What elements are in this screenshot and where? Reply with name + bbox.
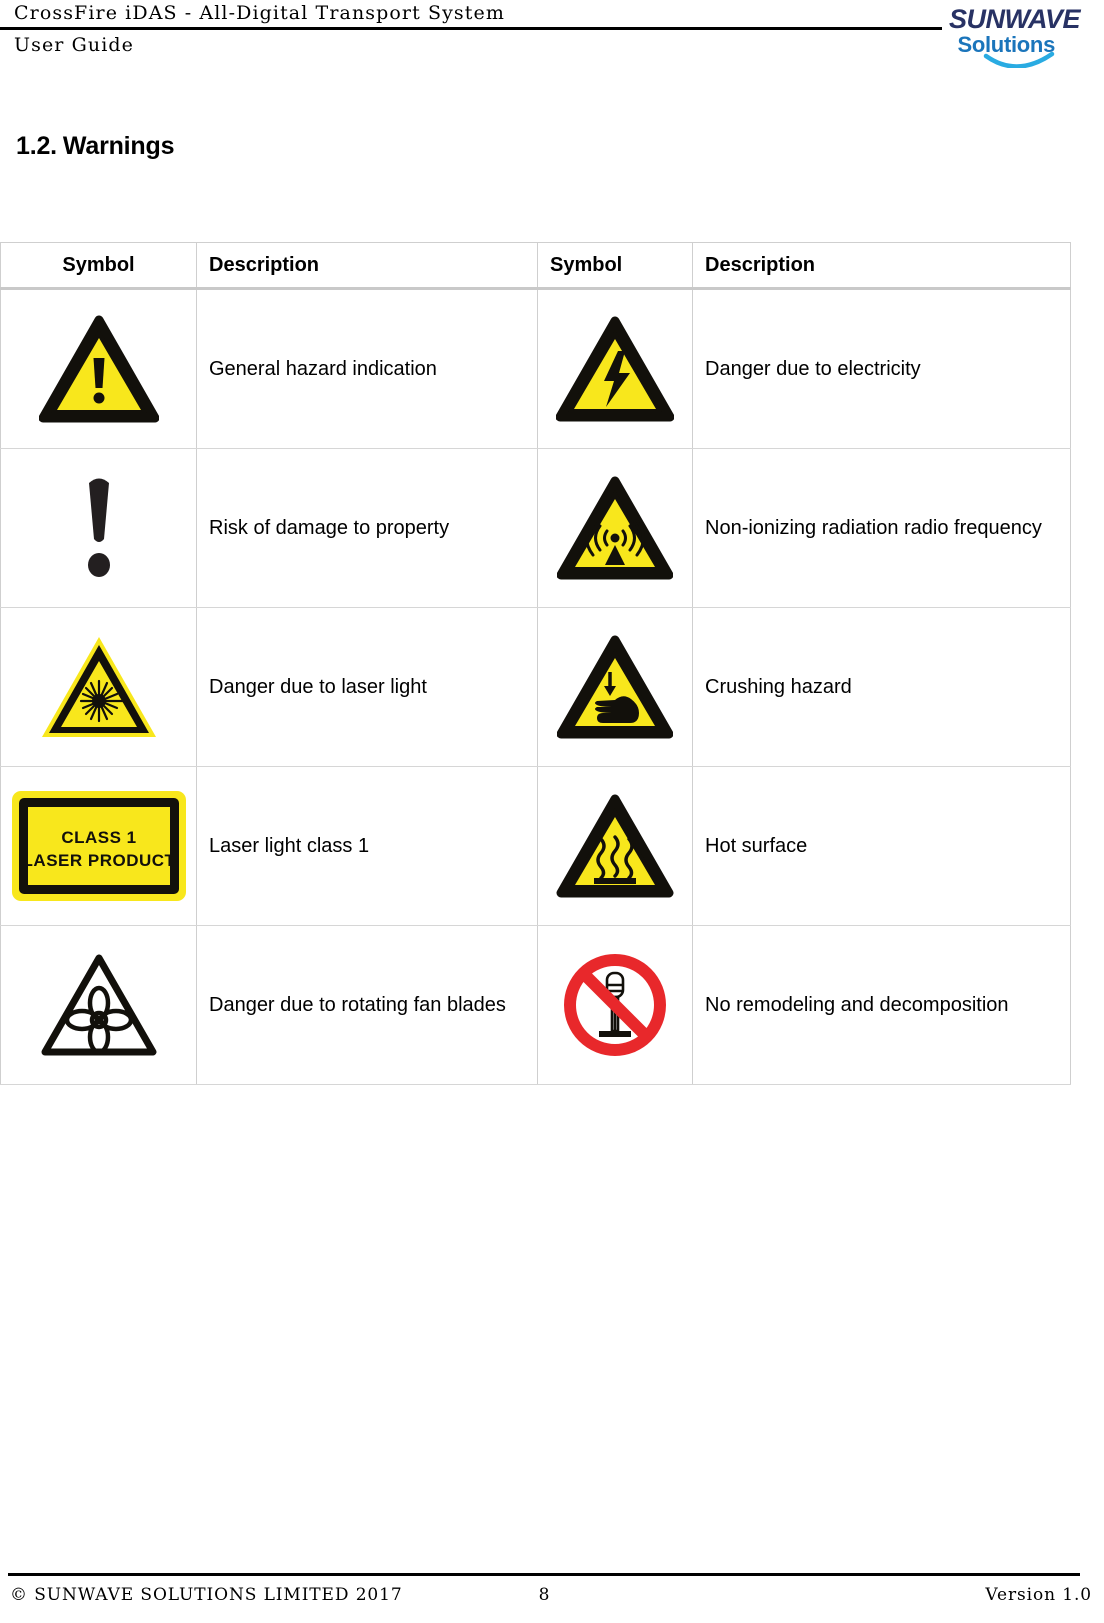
class-1-label-line-2: LASER PRODUCT xyxy=(22,851,175,870)
symbol-cell xyxy=(537,448,693,608)
symbol-cell xyxy=(537,607,693,767)
description-text: No remodeling and decomposition xyxy=(705,993,1009,1016)
symbol-cell xyxy=(537,766,693,926)
class-1-laser-product-label-icon: CLASS 1 LASER PRODUCT xyxy=(9,788,189,904)
symbol-cell: CLASS 1 LASER PRODUCT xyxy=(0,766,197,926)
symbol-cell xyxy=(0,607,197,767)
rotating-fan-blades-triangle-icon xyxy=(37,950,161,1060)
symbol-cell xyxy=(0,448,197,608)
table-row: General hazard indication Danger due to … xyxy=(0,288,1071,449)
table-row: Danger due to laser light Crushing hazar… xyxy=(0,607,1071,767)
laser-hazard-triangle-icon xyxy=(39,633,159,741)
header-title-line-2: User Guide xyxy=(14,34,135,56)
logo-primary-text: SUNWAVE xyxy=(949,4,1082,34)
description-cell: General hazard indication xyxy=(196,288,538,449)
description-cell: Danger due to rotating fan blades xyxy=(196,925,538,1085)
non-ionizing-radiation-triangle-icon xyxy=(556,475,674,581)
description-cell: Non-ionizing radiation radio frequency xyxy=(692,448,1071,608)
section-number: 1.2. xyxy=(16,132,57,160)
table-row: Danger due to rotating fan blades No rem… xyxy=(0,925,1071,1085)
exclamation-mark-icon xyxy=(68,473,130,583)
class-1-label-line-1: CLASS 1 xyxy=(61,828,136,847)
symbol-cell xyxy=(0,925,197,1085)
symbol-cell xyxy=(0,288,197,449)
description-text: Danger due to laser light xyxy=(209,675,427,698)
description-text: Danger due to rotating fan blades xyxy=(209,993,506,1016)
description-cell: No remodeling and decomposition xyxy=(692,925,1071,1085)
footer-version: Version 1.0 xyxy=(985,1585,1092,1605)
page-header: CrossFire iDAS - All-Digital Transport S… xyxy=(0,0,1104,90)
description-text: Danger due to electricity xyxy=(705,357,921,380)
hot-surface-triangle-icon xyxy=(556,793,674,899)
description-cell: Laser light class 1 xyxy=(196,766,538,926)
column-header-description-2: Description xyxy=(692,242,1071,290)
crushing-hazard-triangle-icon xyxy=(556,634,674,740)
sunwave-solutions-logo: SUNWAVE Solutions xyxy=(892,2,1082,68)
description-cell: Risk of damage to property xyxy=(196,448,538,608)
header-rule xyxy=(0,27,942,30)
header-title-line-1: CrossFire iDAS - All-Digital Transport S… xyxy=(14,2,505,24)
electricity-hazard-triangle-icon xyxy=(555,315,675,423)
description-text: General hazard indication xyxy=(209,357,437,380)
table-row: CLASS 1 LASER PRODUCT Laser light class … xyxy=(0,766,1071,926)
description-text: Laser light class 1 xyxy=(209,834,370,857)
description-text: Non-ionizing radiation radio frequency xyxy=(705,516,1042,539)
column-header-symbol-2: Symbol xyxy=(537,242,693,290)
page-title: 1.2. Warnings xyxy=(16,132,174,161)
symbol-cell xyxy=(537,288,693,449)
warnings-table: Symbol Description Symbol Description Ge… xyxy=(0,242,1071,1085)
description-cell: Danger due to laser light xyxy=(196,607,538,767)
table-header-row: Symbol Description Symbol Description xyxy=(0,242,1071,290)
logo-secondary-text: Solutions xyxy=(957,32,1055,57)
symbol-cell xyxy=(537,925,693,1085)
table-row: Risk of damage to property Non-ionizing … xyxy=(0,448,1071,608)
description-cell: Hot surface xyxy=(692,766,1071,926)
description-text: Hot surface xyxy=(705,834,808,857)
page-footer: © SUNWAVE SOLUTIONS LIMITED 2017 8 Versi… xyxy=(0,1561,1104,1623)
description-cell: Danger due to electricity xyxy=(692,288,1071,449)
general-hazard-triangle-icon xyxy=(38,314,159,424)
section-title: Warnings xyxy=(62,132,175,160)
description-cell: Crushing hazard xyxy=(692,607,1071,767)
footer-page-number: 8 xyxy=(538,1585,550,1605)
column-header-description-1: Description xyxy=(196,242,538,290)
column-header-symbol-1: Symbol xyxy=(0,242,197,290)
no-remodeling-prohibition-icon xyxy=(559,949,671,1061)
footer-rule xyxy=(8,1573,1080,1576)
description-text: Risk of damage to property xyxy=(209,516,450,539)
description-text: Crushing hazard xyxy=(705,675,852,698)
